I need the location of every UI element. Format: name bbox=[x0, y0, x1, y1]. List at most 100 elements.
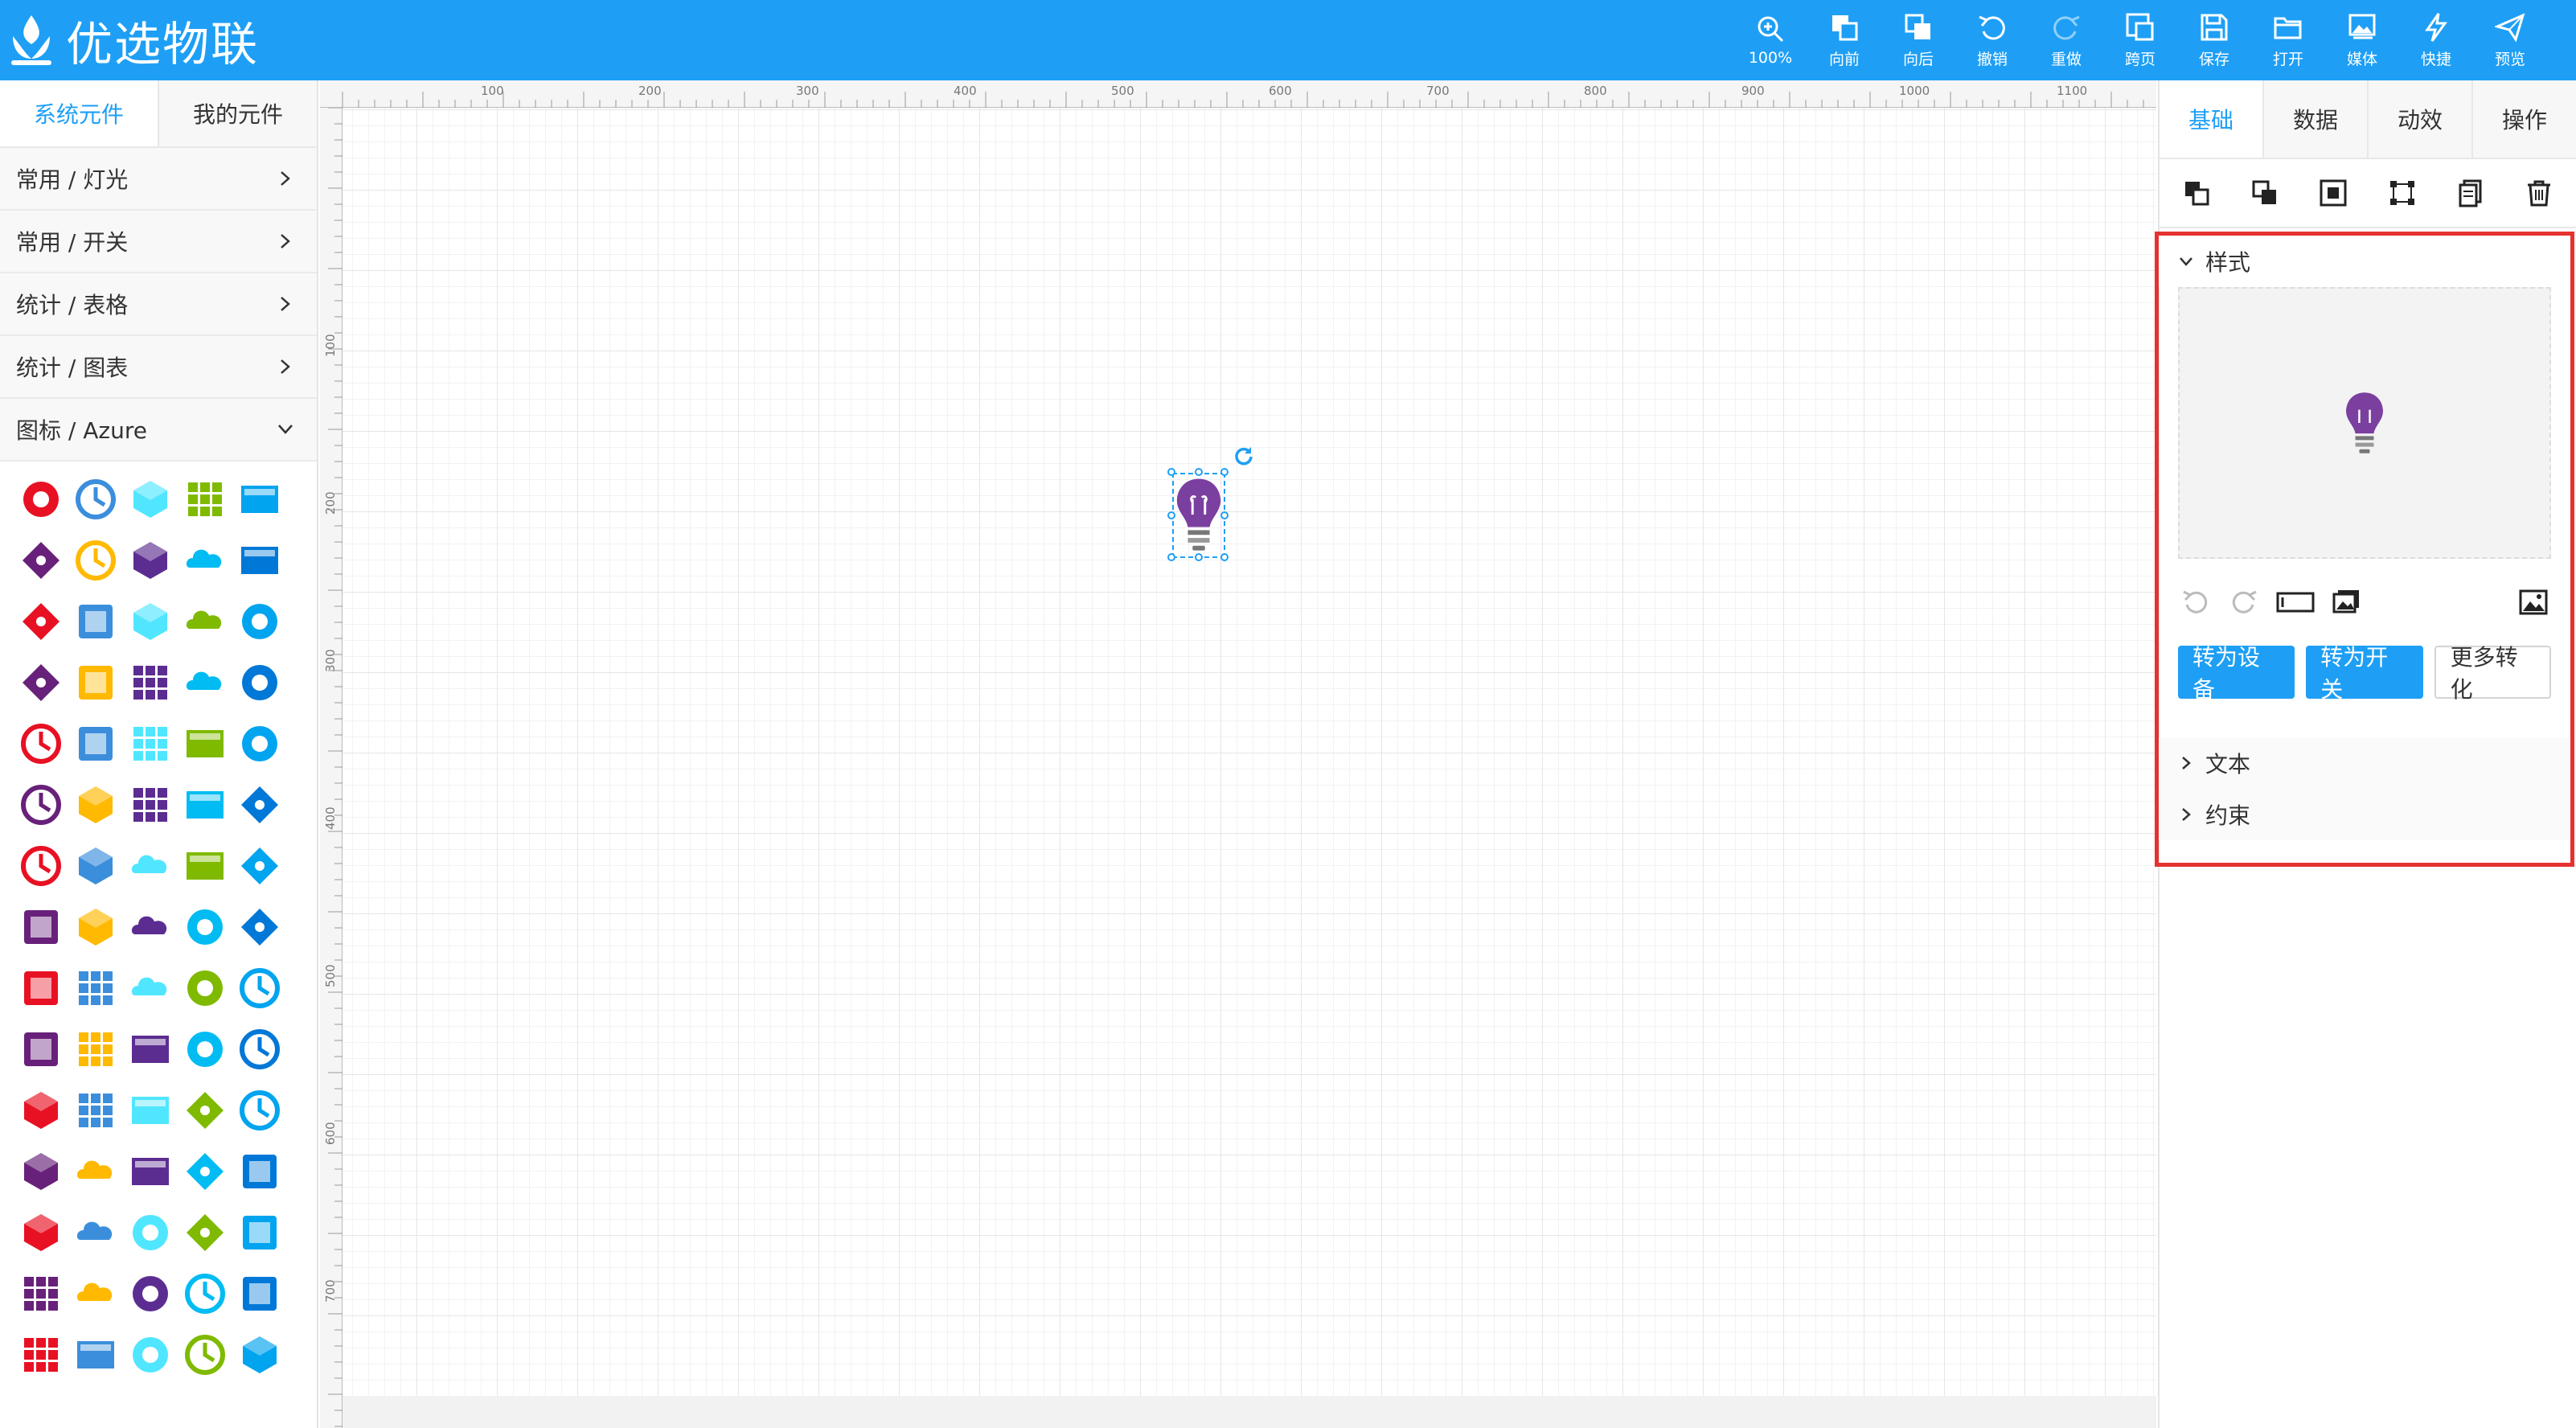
resize-handle-w[interactable] bbox=[1167, 511, 1175, 519]
azure-component-item[interactable] bbox=[71, 1024, 121, 1074]
tab-my-components[interactable]: 我的元件 bbox=[158, 80, 317, 146]
azure-component-item[interactable] bbox=[235, 1208, 285, 1258]
resize-handle-nw[interactable] bbox=[1167, 468, 1175, 476]
azure-component-item[interactable] bbox=[125, 780, 175, 830]
group-button[interactable] bbox=[2316, 175, 2351, 211]
tab-animation[interactable]: 动效 bbox=[2367, 80, 2471, 158]
delete-button[interactable] bbox=[2521, 175, 2557, 211]
azure-component-item[interactable] bbox=[235, 902, 285, 952]
azure-component-item[interactable] bbox=[16, 719, 66, 769]
azure-component-item[interactable] bbox=[71, 1330, 121, 1380]
azure-component-item[interactable] bbox=[125, 1024, 175, 1074]
image-replace-button[interactable] bbox=[2516, 585, 2551, 620]
azure-component-item[interactable] bbox=[71, 1208, 121, 1258]
azure-component-item[interactable] bbox=[180, 597, 230, 646]
convert-to-switch-button[interactable]: 转为开关 bbox=[2306, 644, 2423, 703]
azure-component-item[interactable] bbox=[71, 841, 121, 891]
azure-component-item[interactable] bbox=[235, 658, 285, 708]
azure-component-item[interactable] bbox=[71, 1269, 121, 1319]
azure-component-item[interactable] bbox=[71, 1147, 121, 1196]
category-item[interactable]: 统计 / 图表 bbox=[0, 336, 317, 399]
azure-component-item[interactable] bbox=[180, 902, 230, 952]
azure-component-item[interactable] bbox=[71, 780, 121, 830]
azure-component-item[interactable] bbox=[180, 474, 230, 524]
style-section-header[interactable]: 样式 bbox=[2159, 236, 2570, 287]
azure-component-item[interactable] bbox=[125, 1147, 175, 1196]
azure-component-item[interactable] bbox=[235, 597, 285, 646]
azure-component-item[interactable] bbox=[71, 1085, 121, 1135]
azure-component-item[interactable] bbox=[180, 1330, 230, 1380]
azure-component-item[interactable] bbox=[125, 474, 175, 524]
selected-lightbulb-element[interactable] bbox=[1167, 468, 1229, 561]
azure-component-item[interactable] bbox=[16, 1330, 66, 1380]
tab-data[interactable]: 数据 bbox=[2262, 80, 2367, 158]
drawing-canvas[interactable] bbox=[343, 108, 2156, 1396]
azure-component-item[interactable] bbox=[71, 658, 121, 708]
azure-component-item[interactable] bbox=[180, 536, 230, 585]
azure-component-item[interactable] bbox=[125, 719, 175, 769]
azure-component-item[interactable] bbox=[71, 902, 121, 952]
azure-component-item[interactable] bbox=[180, 1208, 230, 1258]
azure-component-item[interactable] bbox=[16, 963, 66, 1013]
azure-component-item[interactable] bbox=[235, 1024, 285, 1074]
azure-component-item[interactable] bbox=[235, 536, 285, 585]
category-item[interactable]: 统计 / 表格 bbox=[0, 273, 317, 336]
azure-component-item[interactable] bbox=[235, 963, 285, 1013]
azure-component-item[interactable] bbox=[180, 1147, 230, 1196]
image-size-button[interactable] bbox=[2275, 585, 2316, 620]
azure-component-item[interactable] bbox=[16, 474, 66, 524]
resize-handle-e[interactable] bbox=[1220, 511, 1229, 519]
azure-component-item[interactable] bbox=[125, 1085, 175, 1135]
azure-component-item[interactable] bbox=[16, 1085, 66, 1135]
toolbar-send-button[interactable]: 预览 bbox=[2473, 0, 2547, 80]
azure-component-item[interactable] bbox=[71, 536, 121, 585]
azure-component-item[interactable] bbox=[125, 902, 175, 952]
azure-component-item[interactable] bbox=[125, 1269, 175, 1319]
toolbar-zoom-button[interactable]: 100% bbox=[1733, 0, 1807, 80]
azure-component-item[interactable] bbox=[235, 719, 285, 769]
azure-component-item[interactable] bbox=[235, 1269, 285, 1319]
azure-component-item[interactable] bbox=[180, 719, 230, 769]
resize-handle-s[interactable] bbox=[1195, 553, 1203, 561]
rotate-handle-icon[interactable] bbox=[1233, 445, 1254, 466]
toolbar-cross-page-button[interactable]: 跨页 bbox=[2103, 0, 2177, 80]
constraint-section-header[interactable]: 约束 bbox=[2159, 789, 2570, 840]
azure-component-item[interactable] bbox=[71, 597, 121, 646]
bring-to-front-button[interactable] bbox=[2179, 175, 2214, 211]
azure-component-item[interactable] bbox=[235, 1147, 285, 1196]
azure-component-item[interactable] bbox=[180, 841, 230, 891]
azure-component-item[interactable] bbox=[125, 597, 175, 646]
azure-component-item[interactable] bbox=[125, 1330, 175, 1380]
category-item[interactable]: 常用 / 开关 bbox=[0, 211, 317, 273]
azure-component-item[interactable] bbox=[16, 1269, 66, 1319]
azure-component-item[interactable] bbox=[180, 780, 230, 830]
azure-component-item[interactable] bbox=[180, 1269, 230, 1319]
azure-component-item[interactable] bbox=[16, 658, 66, 708]
ungroup-button[interactable] bbox=[2385, 175, 2420, 211]
azure-component-item[interactable] bbox=[125, 841, 175, 891]
azure-component-item[interactable] bbox=[235, 841, 285, 891]
azure-component-item[interactable] bbox=[16, 1208, 66, 1258]
azure-component-item[interactable] bbox=[125, 658, 175, 708]
image-redo-button[interactable] bbox=[2226, 585, 2262, 620]
toolbar-send-backward-button[interactable]: 向后 bbox=[1881, 0, 1955, 80]
category-item[interactable]: 常用 / 灯光 bbox=[0, 148, 317, 211]
azure-component-item[interactable] bbox=[180, 658, 230, 708]
azure-component-item[interactable] bbox=[235, 1085, 285, 1135]
toolbar-save-button[interactable]: 保存 bbox=[2177, 0, 2251, 80]
tab-basic[interactable]: 基础 bbox=[2160, 80, 2262, 158]
more-conversions-button[interactable]: 更多转化 bbox=[2434, 644, 2551, 703]
azure-component-item[interactable] bbox=[125, 1208, 175, 1258]
azure-component-item[interactable] bbox=[16, 841, 66, 891]
text-section-header[interactable]: 文本 bbox=[2159, 737, 2570, 789]
azure-component-item[interactable] bbox=[71, 963, 121, 1013]
send-to-back-button[interactable] bbox=[2247, 175, 2283, 211]
azure-component-item[interactable] bbox=[16, 1024, 66, 1074]
azure-component-item[interactable] bbox=[16, 597, 66, 646]
azure-component-item[interactable] bbox=[71, 474, 121, 524]
copy-button[interactable] bbox=[2453, 175, 2488, 211]
image-gallery-button[interactable] bbox=[2329, 585, 2365, 620]
azure-component-item[interactable] bbox=[16, 536, 66, 585]
toolbar-redo-button[interactable]: 重做 bbox=[2029, 0, 2103, 80]
resize-handle-n[interactable] bbox=[1195, 468, 1203, 476]
